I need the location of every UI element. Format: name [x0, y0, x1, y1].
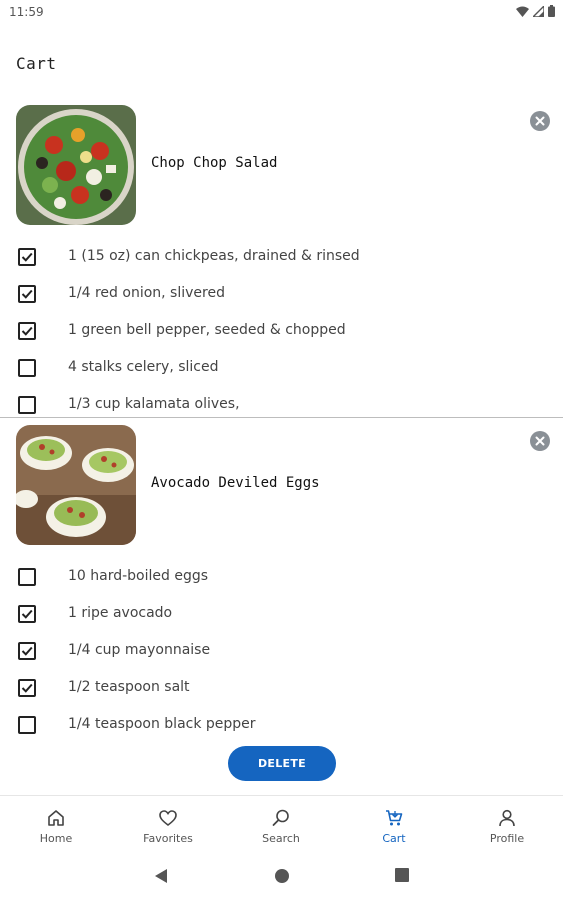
- ingredient-label: 1/3 cup kalamata olives,: [68, 396, 240, 412]
- delete-button[interactable]: DELETE: [228, 746, 336, 781]
- check-icon: [21, 609, 33, 619]
- ingredient-label: 1/4 red onion, slivered: [68, 285, 225, 301]
- home-icon: [48, 810, 64, 826]
- ingredient-row[interactable]: 1/4 cup mayonnaise: [0, 633, 563, 670]
- ingredient-label: 10 hard-boiled eggs: [68, 568, 209, 584]
- recents-icon[interactable]: [395, 868, 409, 882]
- wifi-icon: [516, 6, 529, 17]
- check-icon: [21, 289, 33, 299]
- nav-label: Profile: [489, 832, 525, 845]
- person-icon: [499, 809, 515, 827]
- ingredient-row[interactable]: 10 hard-boiled eggs: [0, 559, 563, 596]
- ingredient-checkbox[interactable]: [18, 359, 36, 377]
- back-icon[interactable]: [154, 868, 168, 884]
- ingredient-checkbox[interactable]: [18, 568, 36, 586]
- system-nav-bar: [0, 858, 563, 900]
- ingredient-list: 10 hard-boiled eggs 1 ripe avocado 1/4 c…: [0, 559, 563, 744]
- status-icons: [516, 5, 555, 17]
- ingredient-label: 1 ripe avocado: [68, 605, 173, 621]
- status-bar: 11:59: [0, 0, 563, 26]
- check-icon: [21, 326, 33, 336]
- ingredient-checkbox[interactable]: [18, 396, 36, 414]
- cell-signal-icon: [533, 5, 544, 17]
- recipe-name[interactable]: Avocado Deviled Eggs: [151, 475, 320, 491]
- nav-item-profile[interactable]: Profile: [451, 796, 563, 856]
- ingredient-row[interactable]: 4 stalks celery, sliced: [0, 350, 563, 387]
- recipe-name[interactable]: Chop Chop Salad: [151, 155, 277, 171]
- ingredient-checkbox[interactable]: [18, 605, 36, 623]
- heart-icon: [159, 810, 177, 827]
- nav-label: Cart: [382, 832, 406, 845]
- ingredient-list: 1 (15 oz) can chickpeas, drained & rinse…: [0, 239, 563, 424]
- ingredient-label: 1/4 teaspoon black pepper: [68, 716, 256, 732]
- nav-label: Favorites: [143, 832, 193, 845]
- ingredient-checkbox[interactable]: [18, 285, 36, 303]
- search-icon: [272, 809, 289, 826]
- recipe-card: Chop Chop Salad 1 (15 oz) can chickpeas,…: [0, 105, 563, 414]
- ingredient-row[interactable]: 1 (15 oz) can chickpeas, drained & rinse…: [0, 239, 563, 276]
- recipe-divider: [0, 417, 563, 418]
- ingredient-label: 1 green bell pepper, seeded & chopped: [68, 322, 346, 338]
- status-time: 11:59: [9, 5, 44, 19]
- ingredient-row[interactable]: 1/3 cup kalamata olives,: [0, 387, 563, 424]
- ingredient-row[interactable]: 1/2 teaspoon salt: [0, 670, 563, 707]
- cart-icon: [386, 810, 403, 826]
- ingredient-label: 1/4 cup mayonnaise: [68, 642, 211, 658]
- nav-label: Home: [39, 832, 73, 845]
- close-icon: [535, 436, 545, 446]
- ingredient-label: 4 stalks celery, sliced: [68, 359, 219, 375]
- ingredient-row[interactable]: 1/4 red onion, slivered: [0, 276, 563, 313]
- ingredient-checkbox[interactable]: [18, 322, 36, 340]
- ingredient-label: 1 (15 oz) can chickpeas, drained & rinse…: [68, 248, 360, 264]
- home-circle-icon[interactable]: [274, 868, 290, 884]
- ingredient-row[interactable]: 1 green bell pepper, seeded & chopped: [0, 313, 563, 350]
- ingredient-checkbox[interactable]: [18, 642, 36, 660]
- remove-recipe-button[interactable]: [530, 111, 550, 131]
- ingredient-row[interactable]: 1/4 teaspoon black pepper: [0, 707, 563, 744]
- nav-item-search[interactable]: Search: [225, 796, 337, 856]
- salad-photo: [16, 105, 136, 225]
- nav-label: Search: [262, 832, 300, 845]
- nav-item-home[interactable]: Home: [0, 796, 112, 856]
- recipe-image: [16, 105, 136, 225]
- bottom-nav: Home Favorites Search Cart Profile: [0, 795, 563, 855]
- ingredient-label: 1/2 teaspoon salt: [68, 679, 190, 695]
- nav-item-favorites[interactable]: Favorites: [112, 796, 224, 856]
- nav-item-cart[interactable]: Cart: [338, 796, 450, 856]
- ingredient-row[interactable]: 1 ripe avocado: [0, 596, 563, 633]
- ingredient-checkbox[interactable]: [18, 679, 36, 697]
- ingredient-checkbox[interactable]: [18, 716, 36, 734]
- recipe-image: [16, 425, 136, 545]
- deviled-eggs-photo: [16, 425, 136, 545]
- check-icon: [21, 252, 33, 262]
- close-icon: [535, 116, 545, 126]
- check-icon: [21, 683, 33, 693]
- ingredient-checkbox[interactable]: [18, 248, 36, 266]
- check-icon: [21, 646, 33, 656]
- recipe-card: Avocado Deviled Eggs 10 hard-boiled eggs…: [0, 425, 563, 734]
- remove-recipe-button[interactable]: [530, 431, 550, 451]
- page-title: Cart: [16, 54, 57, 73]
- battery-icon: [548, 5, 555, 17]
